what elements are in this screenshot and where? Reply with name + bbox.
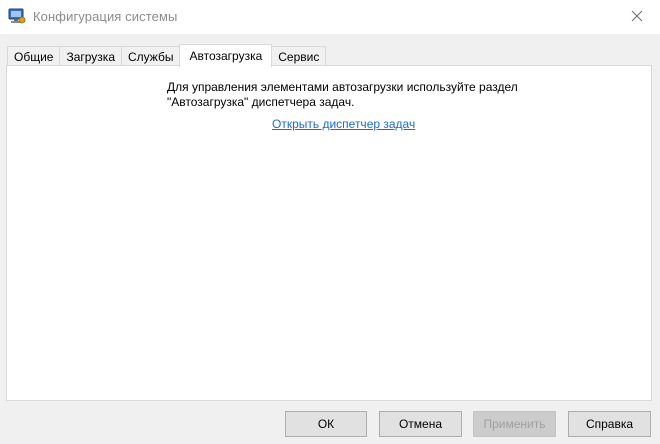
- apply-button[interactable]: Применить: [473, 411, 556, 437]
- tab-tools[interactable]: Сервис: [271, 46, 327, 66]
- close-button[interactable]: [614, 0, 660, 34]
- startup-tab-panel: Для управления элементами автозагрузки и…: [6, 65, 652, 401]
- tab-startup[interactable]: Автозагрузка: [179, 44, 273, 67]
- system-config-icon: [8, 8, 26, 24]
- startup-info-line-1: Для управления элементами автозагрузки и…: [167, 80, 518, 94]
- help-button[interactable]: Справка: [568, 411, 651, 437]
- title-bar: Конфигурация системы: [0, 0, 660, 34]
- window-title: Конфигурация системы: [33, 9, 178, 24]
- close-icon: [631, 10, 643, 25]
- tab-general[interactable]: Общие: [7, 46, 61, 66]
- tab-boot[interactable]: Загрузка: [59, 46, 122, 66]
- system-configuration-window: Конфигурация системы Общие Загрузка Служ…: [0, 0, 660, 444]
- ok-button[interactable]: ОК: [285, 411, 367, 437]
- cancel-button[interactable]: Отмена: [379, 411, 462, 437]
- tab-services[interactable]: Службы: [121, 46, 181, 66]
- startup-info-text: Для управления элементами автозагрузки и…: [167, 80, 518, 110]
- startup-info-line-2: "Автозагрузка" диспетчера задач.: [167, 95, 355, 109]
- tab-strip: Общие Загрузка Службы Автозагрузка Серви…: [7, 44, 327, 67]
- open-task-manager-link[interactable]: Открыть диспетчер задач: [272, 117, 415, 131]
